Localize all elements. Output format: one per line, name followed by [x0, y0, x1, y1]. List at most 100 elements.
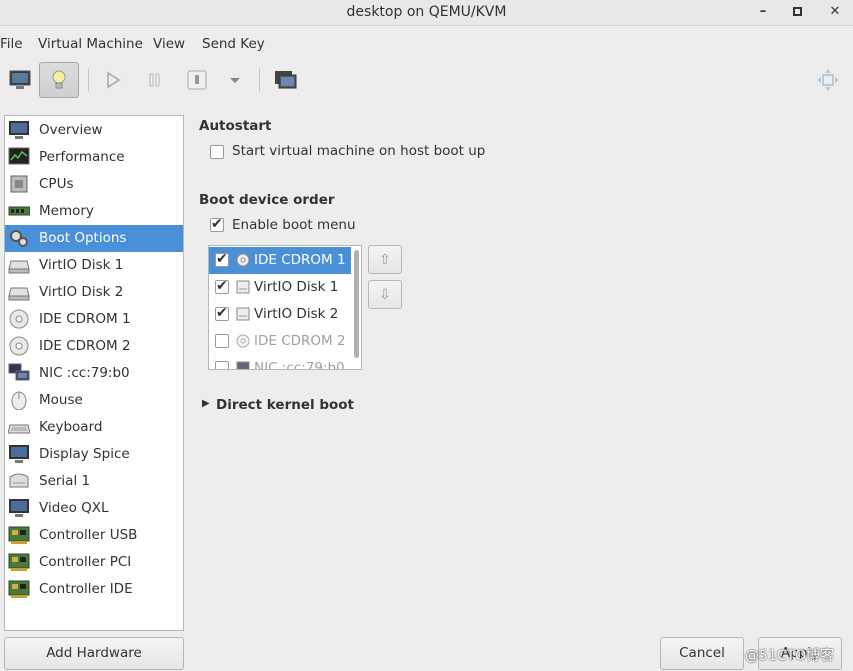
expander-arrow-icon[interactable]: ▶ [202, 398, 210, 409]
toolbar [0, 58, 853, 104]
sidebar-item-performance[interactable]: Performance [5, 144, 183, 171]
autostart-label: Start virtual machine on host boot up [232, 143, 486, 159]
sidebar-item-label: NIC :cc:79:b0 [39, 365, 130, 381]
sidebar-item-ide-cdrom-1[interactable]: IDE CDROM 1 [5, 306, 183, 333]
title-bar: desktop on QEMU/KVM – ✕ [0, 0, 853, 26]
cancel-button[interactable]: Cancel [660, 637, 744, 670]
boot-device-row[interactable]: VirtIO Disk 1 [209, 274, 351, 301]
controller-icon [8, 553, 30, 571]
pause-button[interactable] [135, 62, 175, 98]
sidebar-item-cpus[interactable]: CPUs [5, 171, 183, 198]
sidebar-item-virtio-disk-2[interactable]: VirtIO Disk 2 [5, 279, 183, 306]
boot-device-label: VirtIO Disk 1 [254, 279, 339, 295]
run-icon [107, 71, 121, 89]
performance-icon [8, 147, 30, 165]
sidebar-item-controller-ide[interactable]: Controller IDE [5, 576, 183, 603]
sidebar-item-serial-1[interactable]: Serial 1 [5, 468, 183, 495]
autostart-heading: Autostart [199, 118, 272, 134]
enable-boot-menu-checkbox[interactable] [210, 216, 224, 232]
sidebar-item-overview[interactable]: Overview [5, 117, 183, 144]
sidebar-item-label: Mouse [39, 392, 83, 408]
sidebar-item-mouse[interactable]: Mouse [5, 387, 183, 414]
details-icon [52, 70, 66, 89]
boot-device-checkbox[interactable] [215, 361, 229, 369]
sidebar-item-ide-cdrom-2[interactable]: IDE CDROM 2 [5, 333, 183, 360]
boot-device-row[interactable]: NIC :cc:79:b0 [209, 355, 351, 369]
shutdown-button[interactable] [177, 62, 217, 98]
details-button[interactable] [39, 62, 79, 98]
toolbar-separator [88, 68, 89, 92]
snapshots-icon [275, 71, 297, 89]
sidebar-item-nic[interactable]: NIC :cc:79:b0 [5, 360, 183, 387]
pause-icon [149, 73, 160, 87]
menu-send-key[interactable]: Send Key [202, 36, 265, 52]
sidebar-item-label: Boot Options [39, 230, 127, 246]
direct-kernel-boot-expander[interactable]: Direct kernel boot [216, 397, 354, 413]
network-icon [236, 361, 250, 369]
boot-order-heading: Boot device order [199, 192, 335, 208]
toolbar-separator [259, 68, 260, 92]
arrow-up-icon: ⇧ [379, 251, 391, 268]
sidebar-item-label: CPUs [39, 176, 74, 192]
video-icon [9, 499, 29, 517]
boot-device-label: VirtIO Disk 2 [254, 306, 339, 322]
run-button[interactable] [93, 62, 133, 98]
sidebar-item-video-qxl[interactable]: Video QXL [5, 495, 183, 522]
cpu-icon [10, 175, 28, 193]
move-down-button[interactable]: ⇩ [368, 280, 402, 309]
shutdown-menu-icon [230, 78, 240, 83]
boot-device-checkbox[interactable] [215, 278, 229, 294]
disk-icon [8, 260, 30, 274]
sidebar-item-label: Memory [39, 203, 94, 219]
snapshots-button[interactable] [265, 62, 305, 98]
menu-view[interactable]: View [153, 36, 185, 52]
sidebar-item-label: Serial 1 [39, 473, 91, 489]
disk-icon [8, 287, 30, 301]
console-icon [9, 70, 31, 89]
sidebar-item-label: Controller IDE [39, 581, 133, 597]
boot-device-row[interactable]: VirtIO Disk 2 [209, 301, 351, 328]
shutdown-icon [187, 70, 207, 90]
autostart-checkbox[interactable] [210, 145, 224, 159]
sidebar-item-boot-options[interactable]: Boot Options [5, 225, 183, 252]
controller-icon [8, 580, 30, 598]
enable-boot-menu-label: Enable boot menu [232, 217, 356, 233]
boot-device-checkbox[interactable] [215, 305, 229, 321]
sidebar-item-label: Controller USB [39, 527, 138, 543]
boot-device-checkbox[interactable] [215, 334, 229, 348]
sidebar-item-controller-pci[interactable]: Controller PCI [5, 549, 183, 576]
minimize-button[interactable]: – [752, 2, 774, 22]
shutdown-menu-button[interactable] [215, 62, 255, 98]
sidebar-item-controller-usb[interactable]: Controller USB [5, 522, 183, 549]
close-button[interactable]: ✕ [824, 2, 846, 22]
cdrom-icon [236, 253, 250, 267]
sidebar-item-keyboard[interactable]: Keyboard [5, 414, 183, 441]
sidebar-item-label: Display Spice [39, 446, 130, 462]
sidebar-item-display-spice[interactable]: Display Spice [5, 441, 183, 468]
boot-device-row[interactable]: IDE CDROM 2 [209, 328, 351, 355]
sidebar-item-label: Performance [39, 149, 125, 165]
controller-icon [8, 526, 30, 544]
menu-bar: File Virtual Machine View Send Key [0, 30, 853, 56]
sidebar-item-label: Video QXL [39, 500, 109, 516]
boot-device-row[interactable]: IDE CDROM 1 [209, 247, 351, 274]
watermark: @51CTO博客 [745, 648, 835, 664]
maximize-button[interactable] [786, 2, 808, 22]
disk-icon [236, 280, 250, 294]
menu-file[interactable]: File [0, 36, 23, 52]
menu-virtual-machine[interactable]: Virtual Machine [38, 36, 143, 52]
boot-list-scrollbar[interactable] [354, 250, 359, 358]
sidebar-item-label: IDE CDROM 1 [39, 311, 131, 327]
console-button[interactable] [0, 62, 40, 98]
cdrom-icon [9, 336, 29, 356]
move-up-button[interactable]: ⇧ [368, 245, 402, 274]
boot-device-label: IDE CDROM 1 [254, 252, 346, 268]
sidebar-item-memory[interactable]: Memory [5, 198, 183, 225]
network-icon [8, 363, 30, 381]
fullscreen-icon [817, 69, 839, 91]
serial-icon [9, 473, 29, 488]
add-hardware-button[interactable]: Add Hardware [4, 637, 184, 670]
sidebar-item-virtio-disk-1[interactable]: VirtIO Disk 1 [5, 252, 183, 279]
fullscreen-button[interactable] [808, 62, 848, 98]
boot-device-checkbox[interactable] [215, 251, 229, 267]
